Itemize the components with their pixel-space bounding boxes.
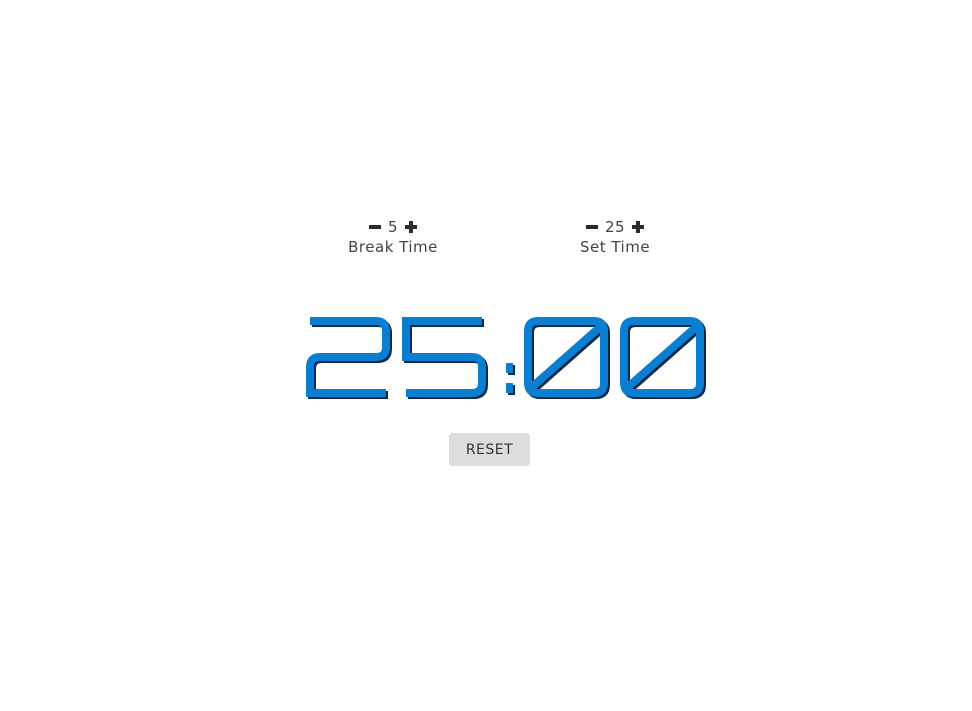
break-increment-plus-icon[interactable] — [404, 220, 418, 234]
session-decrement-minus-icon[interactable] — [585, 220, 599, 234]
timer-colon-dot — [506, 363, 513, 373]
timer-digit — [524, 317, 608, 397]
session-length-label: Set Time — [579, 238, 651, 256]
break-stepper: 5 — [293, 216, 493, 238]
session-control: 25 Set Time — [515, 216, 715, 256]
reset-button[interactable]: RESET — [449, 433, 530, 466]
break-control: 5 Break Time — [293, 216, 493, 256]
session-increment-plus-icon[interactable] — [631, 220, 645, 234]
session-length-value: 25 — [604, 218, 626, 236]
pomodoro-app: 5 Break Time 25 Set Time RESET — [0, 0, 972, 711]
timer-digit — [620, 317, 704, 397]
timer-digit — [402, 317, 486, 397]
break-decrement-minus-icon[interactable] — [368, 220, 382, 234]
timer-digit — [306, 317, 390, 397]
break-length-value: 5 — [387, 218, 399, 236]
timer-colon-dot — [506, 383, 513, 393]
session-stepper: 25 — [515, 216, 715, 238]
timer-display — [306, 317, 706, 399]
break-length-label: Break Time — [348, 238, 438, 256]
